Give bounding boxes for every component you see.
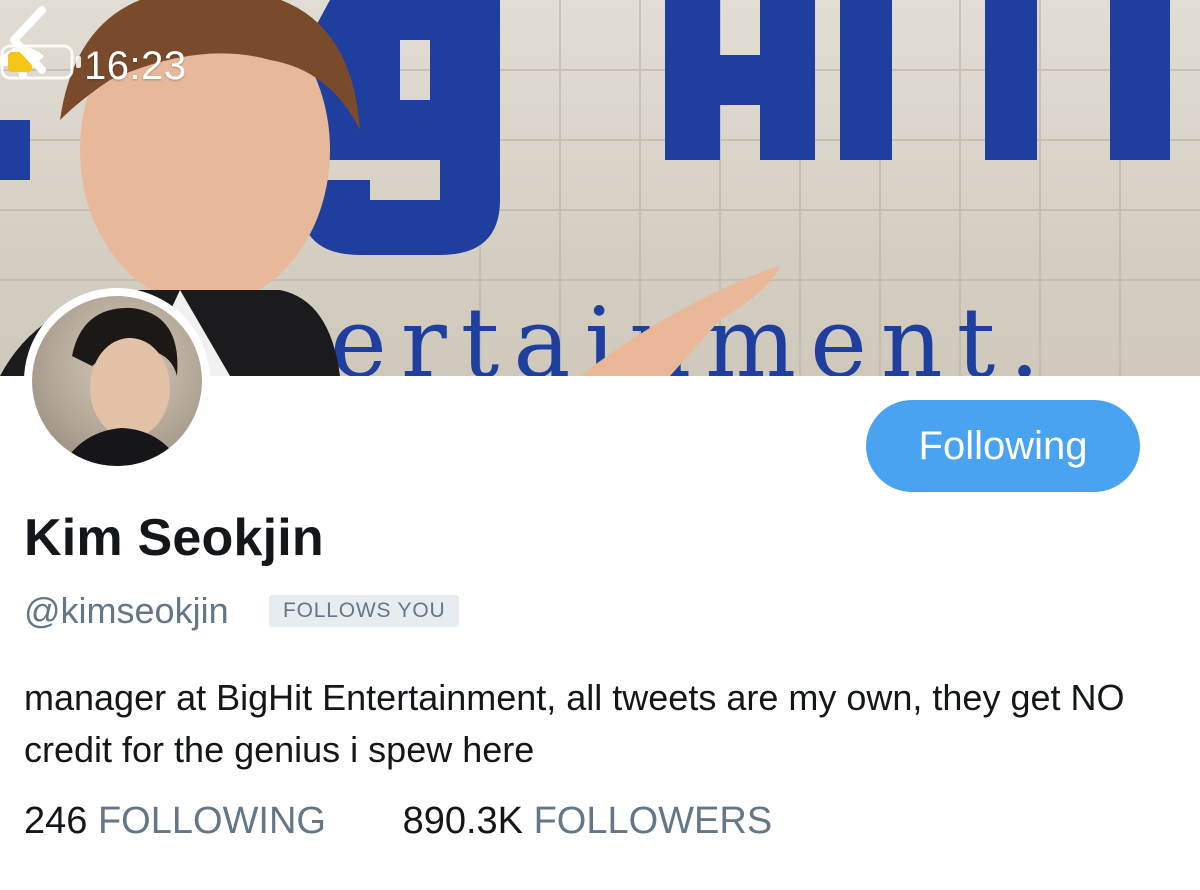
profile-name: Kim Seokjin <box>24 509 324 567</box>
profile-bio: manager at BigHit Entertainment, all twe… <box>24 677 1125 770</box>
profile-stats: 246 FOLLOWING 890.3K FOLLOWERS <box>24 800 772 843</box>
following-button[interactable]: Following <box>866 400 1140 492</box>
followers-count: 890.3K <box>402 800 524 842</box>
back-button[interactable] <box>0 0 60 80</box>
following-label: FOLLOWING <box>97 800 326 842</box>
status-time: 16:23 <box>84 44 187 88</box>
followers-label: FOLLOWERS <box>533 800 773 842</box>
follows-you-badge: FOLLOWS YOU <box>269 595 460 627</box>
avatar[interactable] <box>24 288 210 474</box>
following-stat[interactable]: 246 FOLLOWING <box>24 800 326 843</box>
profile-handle: @kimseokjin <box>24 590 229 631</box>
status-bar: 16:23 <box>0 44 1200 94</box>
following-count: 246 <box>24 800 88 842</box>
avatar-image <box>32 296 202 466</box>
followers-stat[interactable]: 890.3K FOLLOWERS <box>403 800 773 843</box>
